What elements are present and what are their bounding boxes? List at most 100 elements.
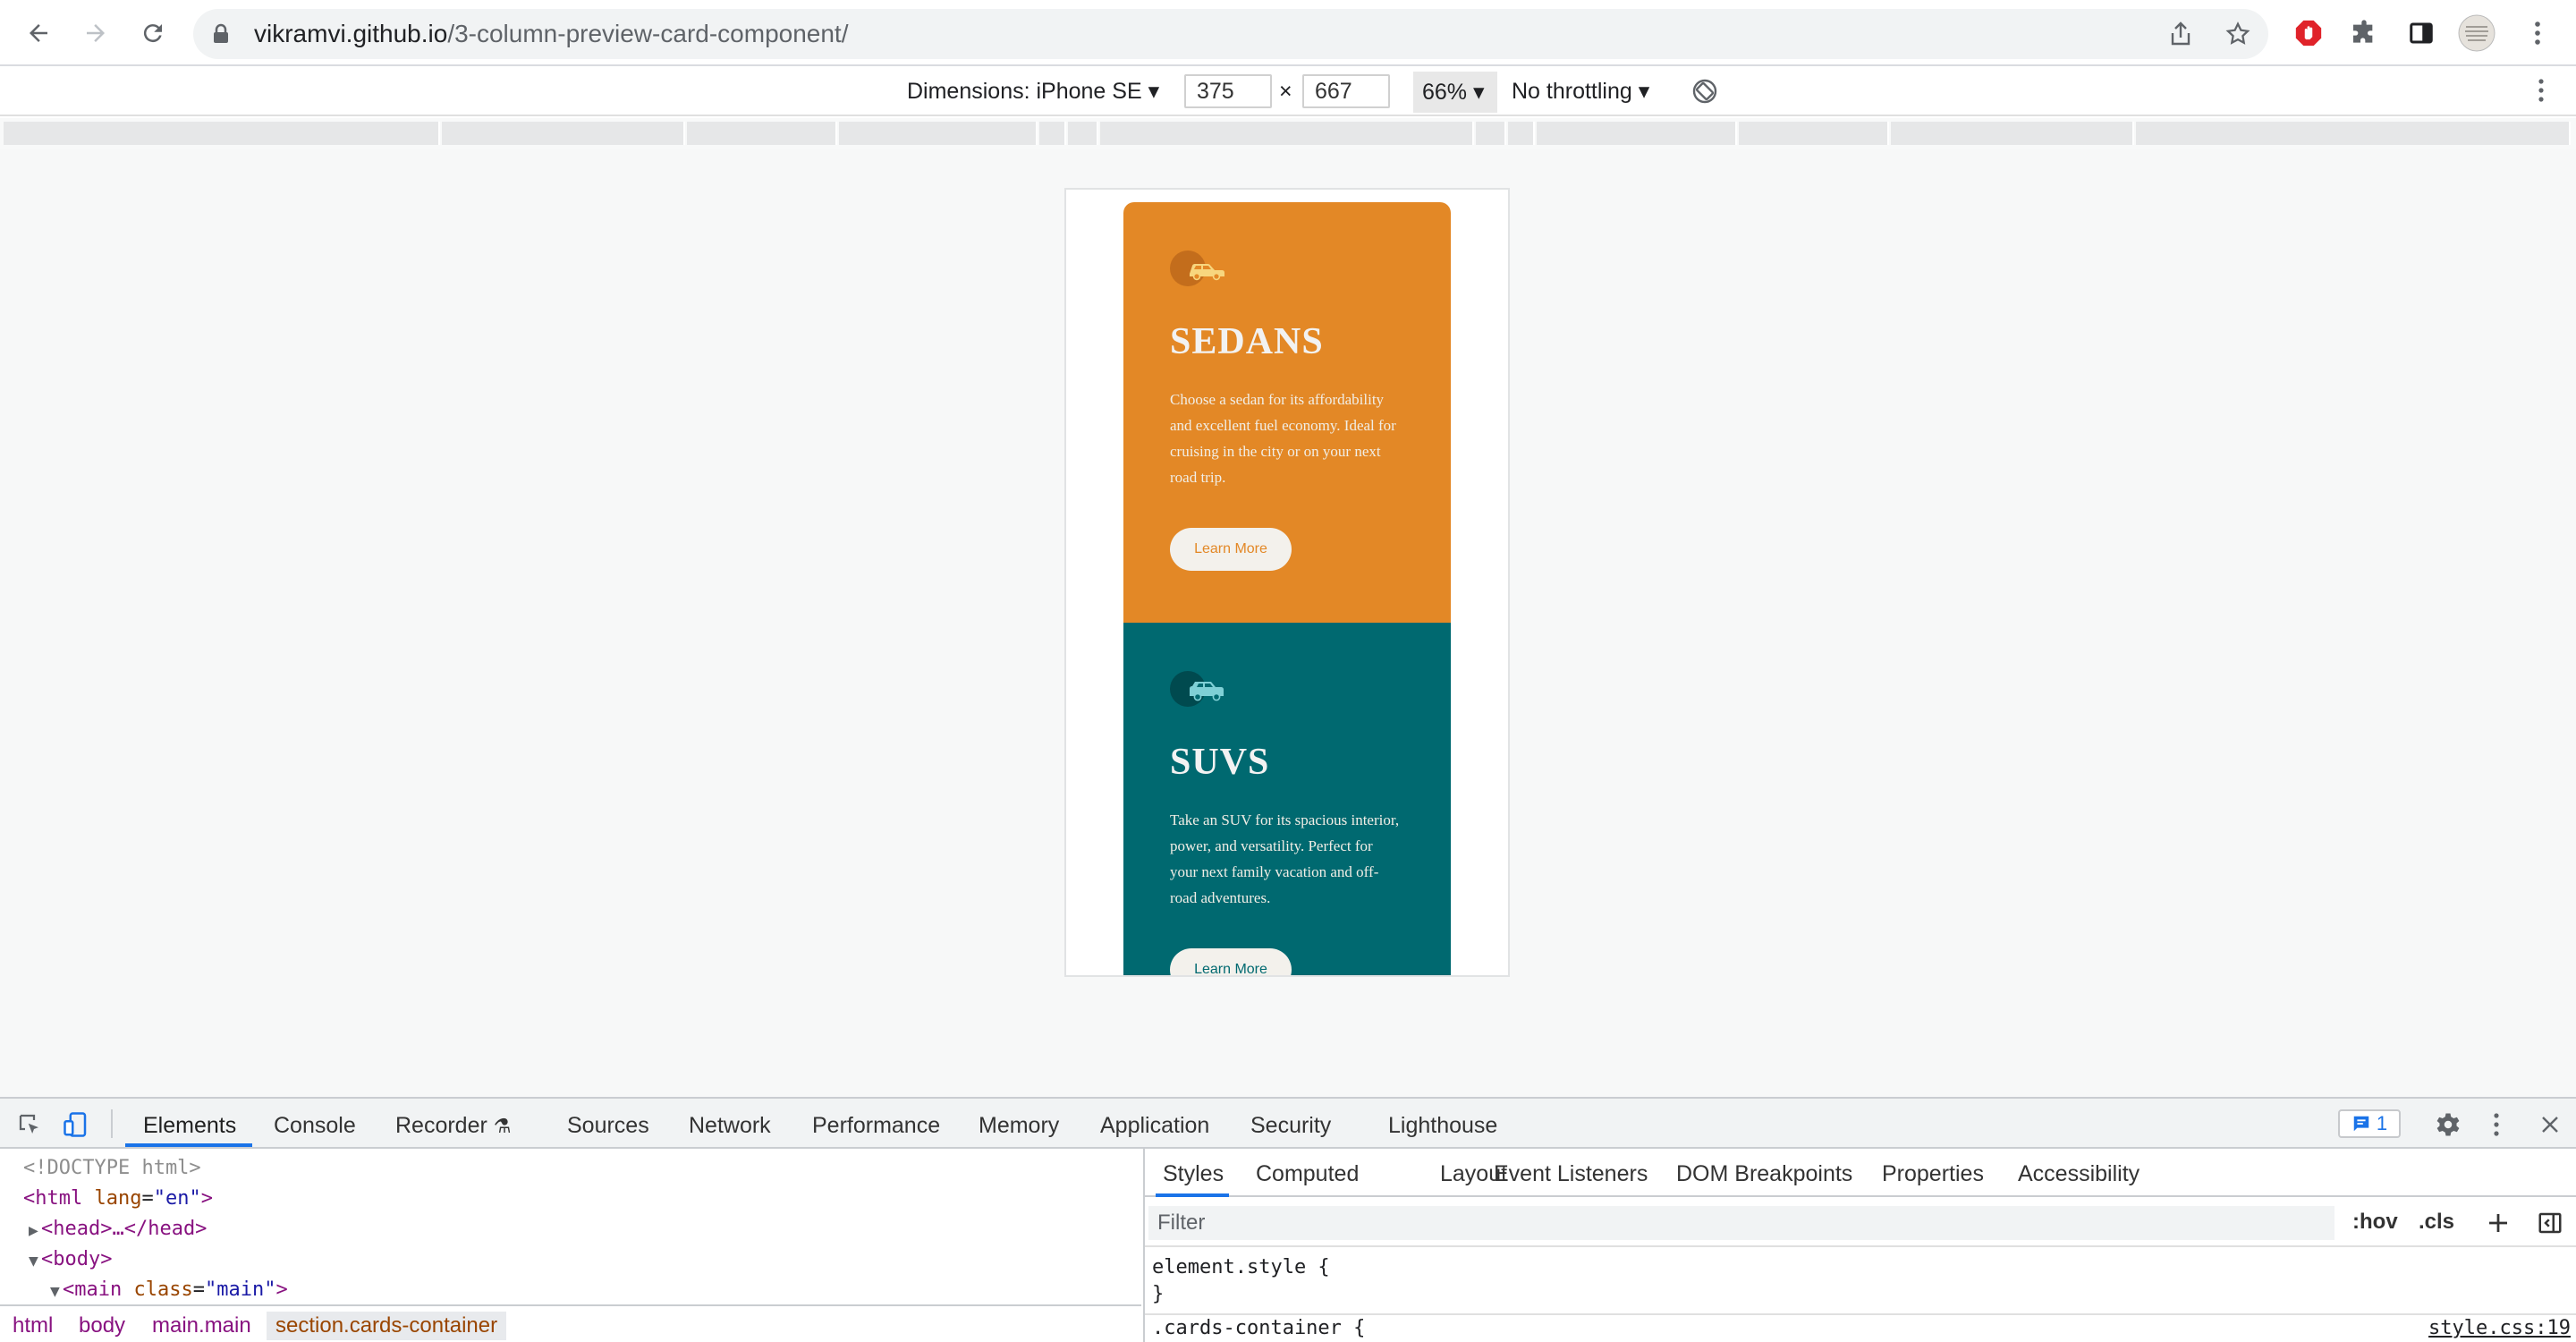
- breadcrumb-item[interactable]: html: [4, 1312, 62, 1340]
- expand-triangle-icon[interactable]: ▶: [29, 1219, 41, 1244]
- profile-avatar[interactable]: [2456, 13, 2497, 54]
- breadcrumb: html body main.main section.cards-contai…: [0, 1304, 1141, 1342]
- element-style-rule-close: }: [1152, 1283, 1165, 1305]
- flask-icon: ⚗: [493, 1115, 512, 1137]
- media-query-bar[interactable]: [442, 122, 685, 145]
- learn-more-button[interactable]: Learn More: [1170, 528, 1292, 571]
- suv-card: SUVS Take an SUV for its spacious interi…: [1123, 623, 1451, 975]
- share-icon[interactable]: [2166, 20, 2195, 48]
- device-toolbar: Dimensions: iPhone SE ▾ 375 × 667 66% ▾ …: [0, 66, 2576, 116]
- tab-accessibility[interactable]: Accessibility: [2018, 1161, 2140, 1186]
- breadcrumb-item[interactable]: section.cards-container: [267, 1312, 507, 1340]
- address-bar[interactable]: vikramvi.github.io/3-column-preview-card…: [193, 9, 2268, 59]
- forward-button[interactable]: [75, 13, 116, 54]
- tab-sources[interactable]: Sources: [567, 1113, 649, 1138]
- active-tab-indicator: [125, 1143, 252, 1147]
- tab-network[interactable]: Network: [689, 1113, 771, 1138]
- side-panel-icon[interactable]: [2401, 13, 2442, 54]
- device-toggle-icon[interactable]: [61, 1109, 91, 1140]
- media-query-bar[interactable]: [1891, 122, 2134, 145]
- device-frame: SEDANS Choose a sedan for its affordabil…: [1064, 188, 1510, 977]
- emulated-viewport-area: SEDANS Choose a sedan for its affordabil…: [0, 149, 2576, 1097]
- cards-container-rule[interactable]: .cards-container {: [1152, 1315, 1365, 1342]
- device-width-input[interactable]: 375: [1184, 74, 1272, 108]
- media-query-bar[interactable]: [1100, 122, 1474, 145]
- arrow-right-icon: [87, 24, 105, 42]
- tab-properties[interactable]: Properties: [1882, 1161, 1984, 1186]
- media-query-bar[interactable]: [2136, 122, 2571, 145]
- zoom-select[interactable]: 66% ▾: [1413, 72, 1497, 113]
- styles-tab-bar: Styles Computed Layout Event Listeners D…: [1145, 1149, 2576, 1197]
- tab-performance[interactable]: Performance: [812, 1113, 940, 1138]
- devtools-tab-bar: Elements Console Recorder ⚗ Sources Netw…: [0, 1099, 2576, 1149]
- back-button[interactable]: [18, 13, 59, 54]
- new-style-rule-icon[interactable]: [2485, 1210, 2512, 1236]
- media-query-bar[interactable]: [1068, 122, 1098, 145]
- toggle-sidebar-icon[interactable]: [2537, 1210, 2563, 1236]
- tab-memory[interactable]: Memory: [979, 1113, 1059, 1138]
- dimension-times-sign: ×: [1279, 79, 1292, 104]
- card-description: Choose a sedan for its affordability and…: [1170, 391, 1396, 486]
- active-tab-indicator: [1156, 1193, 1229, 1197]
- dom-head-node[interactable]: ▶ <head>…</head>: [29, 1217, 207, 1244]
- dom-body-node[interactable]: ▼ <body>: [29, 1247, 112, 1274]
- tab-elements[interactable]: Elements: [143, 1113, 236, 1138]
- collapse-triangle-icon[interactable]: ▼: [29, 1249, 41, 1274]
- media-query-bar[interactable]: [687, 122, 837, 145]
- stylesheet-source-link[interactable]: style.css:19: [2428, 1315, 2571, 1342]
- styles-filter-bar: Filter :hov .cls: [1145, 1199, 2576, 1247]
- dom-doctype[interactable]: <!DOCTYPE html>: [23, 1156, 201, 1181]
- rotate-icon[interactable]: [1690, 77, 1719, 106]
- browser-toolbar: vikramvi.github.io/3-column-preview-card…: [0, 0, 2576, 66]
- tab-application[interactable]: Application: [1100, 1113, 1209, 1138]
- media-query-ruler: [0, 118, 2576, 149]
- inspect-element-icon[interactable]: [14, 1109, 45, 1140]
- card-title: SEDANS: [1170, 321, 1324, 362]
- tab-computed[interactable]: Computed: [1256, 1161, 1359, 1186]
- media-query-bar[interactable]: [4, 122, 440, 145]
- card-title: SUVS: [1170, 742, 1270, 783]
- collapse-triangle-icon[interactable]: ▼: [50, 1279, 63, 1304]
- card-description: Take an SUV for its spacious interior, p…: [1170, 811, 1400, 906]
- close-devtools-icon[interactable]: [2535, 1109, 2565, 1140]
- tab-event-listeners-label[interactable]: Event Listeners: [1494, 1161, 1648, 1186]
- tab-lighthouse[interactable]: Lighthouse: [1388, 1113, 1497, 1138]
- extensions-puzzle-icon[interactable]: [2343, 13, 2385, 54]
- settings-gear-icon[interactable]: [2433, 1109, 2463, 1140]
- tab-security[interactable]: Security: [1250, 1113, 1331, 1138]
- dom-main-node[interactable]: ▼ <main class="main">: [50, 1278, 288, 1304]
- media-query-bar[interactable]: [1476, 122, 1506, 145]
- dom-tree-panel: <!DOCTYPE html> <html lang="en"> ▶ <head>…: [0, 1149, 1141, 1342]
- devtools-more-icon[interactable]: [2481, 1109, 2512, 1140]
- bookmark-star-icon[interactable]: [2224, 20, 2252, 48]
- class-toggle[interactable]: .cls: [2419, 1208, 2454, 1236]
- devtools-panel: Elements Console Recorder ⚗ Sources Netw…: [0, 1097, 2576, 1342]
- arrow-left-icon: [30, 24, 47, 42]
- browser-menu-icon[interactable]: [2517, 13, 2558, 54]
- media-query-bar[interactable]: [1537, 122, 1737, 145]
- adblock-extension-icon[interactable]: [2288, 13, 2329, 54]
- device-dimensions-select[interactable]: Dimensions: iPhone SE ▾: [907, 79, 1159, 104]
- tab-styles[interactable]: Styles: [1163, 1161, 1224, 1186]
- device-height-input[interactable]: 667: [1302, 74, 1390, 108]
- reload-button[interactable]: [132, 13, 174, 54]
- sedan-car-icon: [1170, 249, 1233, 288]
- issues-badge[interactable]: 1: [2338, 1109, 2401, 1138]
- media-query-bar[interactable]: [1039, 122, 1066, 145]
- breadcrumb-item[interactable]: main.main: [143, 1312, 260, 1340]
- styles-panel: Styles Computed Layout Event Listeners D…: [1143, 1149, 2576, 1342]
- learn-more-button[interactable]: Learn More: [1170, 948, 1292, 975]
- media-query-bar[interactable]: [839, 122, 1038, 145]
- styles-filter-input[interactable]: Filter: [1148, 1206, 2334, 1240]
- device-toolbar-more-icon[interactable]: [2537, 77, 2546, 104]
- tab-recorder[interactable]: Recorder ⚗: [395, 1113, 512, 1139]
- tab-dom-breakpoints[interactable]: DOM Breakpoints: [1676, 1161, 1852, 1186]
- media-query-bar[interactable]: [1508, 122, 1535, 145]
- media-query-bar[interactable]: [1739, 122, 1889, 145]
- throttling-select[interactable]: No throttling ▾: [1512, 79, 1649, 104]
- breadcrumb-item[interactable]: body: [70, 1312, 134, 1340]
- hover-state-toggle[interactable]: :hov: [2352, 1208, 2398, 1236]
- element-style-rule[interactable]: element.style {: [1152, 1254, 1330, 1281]
- dom-html-node[interactable]: <html lang="en">: [23, 1186, 213, 1211]
- tab-console[interactable]: Console: [274, 1113, 356, 1138]
